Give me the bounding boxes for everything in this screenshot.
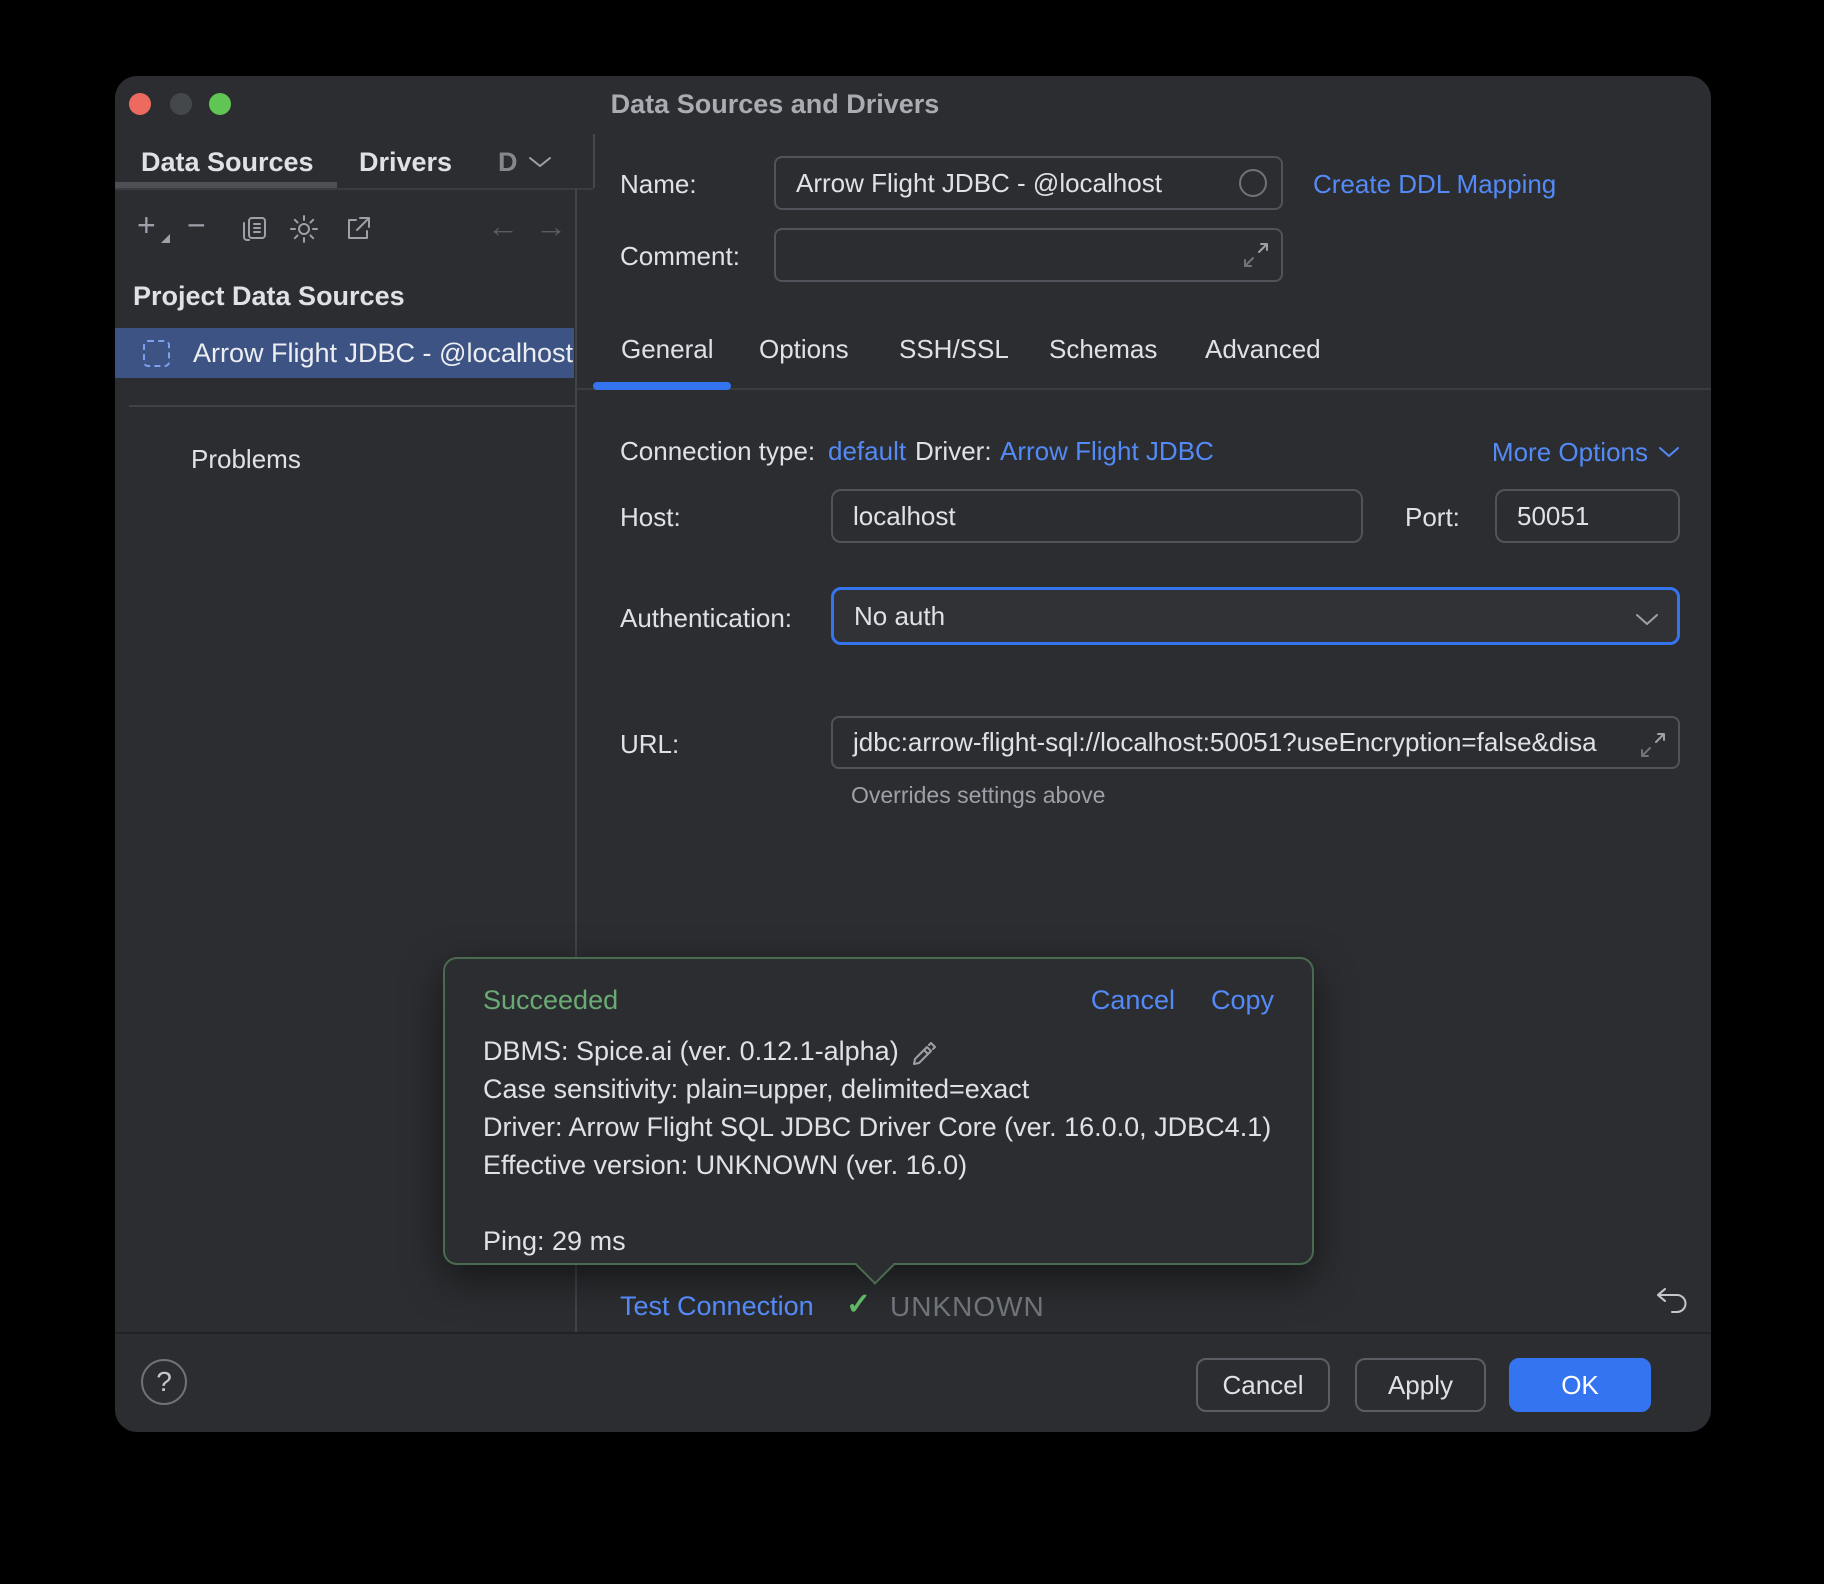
sidebar-item-problems[interactable]: Problems — [191, 444, 301, 475]
help-button[interactable]: ? — [141, 1359, 187, 1405]
apply-button[interactable]: Apply — [1355, 1358, 1486, 1412]
tab-general[interactable]: General — [621, 334, 714, 365]
more-options-link[interactable]: More Options — [1492, 436, 1680, 468]
expand-icon[interactable] — [1638, 730, 1668, 760]
tab-options[interactable]: Options — [759, 334, 849, 365]
data-source-icon — [143, 340, 170, 367]
ok-button[interactable]: OK — [1509, 1358, 1651, 1412]
popup-copy-link[interactable]: Copy — [1211, 985, 1274, 1016]
cancel-button[interactable]: Cancel — [1196, 1358, 1330, 1412]
tab-data-sources[interactable]: Data Sources — [141, 147, 314, 178]
port-input[interactable]: 50051 — [1495, 489, 1680, 543]
url-note: Overrides settings above — [851, 782, 1105, 809]
dialog-title: Data Sources and Drivers — [545, 89, 1005, 120]
chevron-down-icon — [1635, 612, 1659, 627]
url-value: jdbc:arrow-flight-sql://localhost:50051?… — [833, 727, 1597, 758]
add-data-source-button[interactable]: + — [137, 208, 156, 242]
spinner-icon — [1239, 169, 1267, 197]
footer-separator — [115, 1332, 1711, 1334]
driver-label: Driver: — [915, 436, 992, 467]
remove-data-source-button[interactable]: − — [187, 208, 206, 242]
name-value: Arrow Flight JDBC - @localhost — [776, 168, 1162, 199]
chevron-down-icon[interactable] — [527, 154, 553, 170]
undo-icon[interactable] — [1653, 1282, 1691, 1320]
authentication-select[interactable]: No auth — [831, 587, 1680, 645]
open-in-new-window-icon[interactable] — [343, 214, 373, 244]
tab-ssh-ssl[interactable]: SSH/SSL — [899, 334, 1009, 365]
name-input[interactable]: Arrow Flight JDBC - @localhost — [774, 156, 1283, 210]
more-options-label: More Options — [1492, 437, 1648, 468]
tab-advanced[interactable]: Advanced — [1205, 334, 1321, 365]
header-divider — [593, 134, 595, 188]
active-tab-indicator — [593, 382, 731, 390]
tab-schemas[interactable]: Schemas — [1049, 334, 1157, 365]
sidebar-separator — [129, 405, 575, 407]
data-source-label: Arrow Flight JDBC - @localhost — [193, 338, 573, 369]
header-underline — [115, 188, 593, 190]
duplicate-icon[interactable] — [241, 214, 271, 244]
connection-type-value-link[interactable]: default — [828, 436, 906, 467]
host-label: Host: — [620, 502, 681, 533]
url-label: URL: — [620, 729, 679, 760]
close-window-button[interactable] — [129, 93, 151, 115]
port-label: Port: — [1405, 502, 1460, 533]
test-connection-link[interactable]: Test Connection — [620, 1291, 814, 1322]
sidebar-item-arrow-flight-jdbc[interactable]: Arrow Flight JDBC - @localhost — [115, 328, 574, 378]
tabs-baseline — [577, 388, 1711, 390]
authentication-label: Authentication: — [620, 603, 792, 634]
comment-input[interactable] — [774, 228, 1283, 282]
expand-icon[interactable] — [1241, 240, 1271, 270]
sidebar-section-title: Project Data Sources — [133, 281, 405, 312]
connection-type-label: Connection type: — [620, 436, 815, 467]
back-arrow-icon[interactable]: ← — [487, 208, 519, 245]
popup-version-line: Effective version: UNKNOWN (ver. 16.0) — [483, 1146, 967, 1184]
host-value: localhost — [833, 501, 956, 532]
popup-case-line: Case sensitivity: plain=upper, delimited… — [483, 1070, 1029, 1108]
tab-drivers[interactable]: Drivers — [359, 147, 452, 178]
comment-label: Comment: — [620, 241, 740, 272]
test-connection-popup: Succeeded Cancel Copy DBMS: Spice.ai (ve… — [443, 957, 1314, 1265]
url-input[interactable]: jdbc:arrow-flight-sql://localhost:50051?… — [831, 716, 1680, 769]
port-value: 50051 — [1497, 501, 1589, 532]
test-result-text: UNKNOWN — [890, 1291, 1045, 1323]
add-dropdown-arrow-icon — [161, 234, 170, 243]
authentication-value: No auth — [834, 601, 945, 632]
zoom-window-button[interactable] — [209, 93, 231, 115]
chevron-down-icon — [1658, 445, 1680, 459]
driver-value-link[interactable]: Arrow Flight JDBC — [1000, 436, 1214, 467]
tab-overflow[interactable]: D — [498, 147, 518, 178]
check-icon: ✓ — [846, 1287, 871, 1322]
edit-pencil-icon[interactable] — [909, 1037, 937, 1065]
forward-arrow-icon[interactable]: → — [535, 208, 567, 245]
name-label: Name: — [620, 169, 697, 200]
popup-dbms-line: DBMS: Spice.ai (ver. 0.12.1-alpha) — [483, 1032, 899, 1070]
popup-cancel-link[interactable]: Cancel — [1091, 985, 1175, 1016]
gear-icon[interactable] — [289, 214, 319, 244]
host-input[interactable]: localhost — [831, 489, 1363, 543]
popup-status: Succeeded — [483, 985, 1055, 1016]
popup-driver-line: Driver: Arrow Flight SQL JDBC Driver Cor… — [483, 1108, 1271, 1146]
minimize-window-button[interactable] — [170, 93, 192, 115]
create-ddl-mapping-link[interactable]: Create DDL Mapping — [1313, 169, 1556, 200]
data-sources-dialog: Data Sources and Drivers Data Sources Dr… — [115, 76, 1711, 1432]
